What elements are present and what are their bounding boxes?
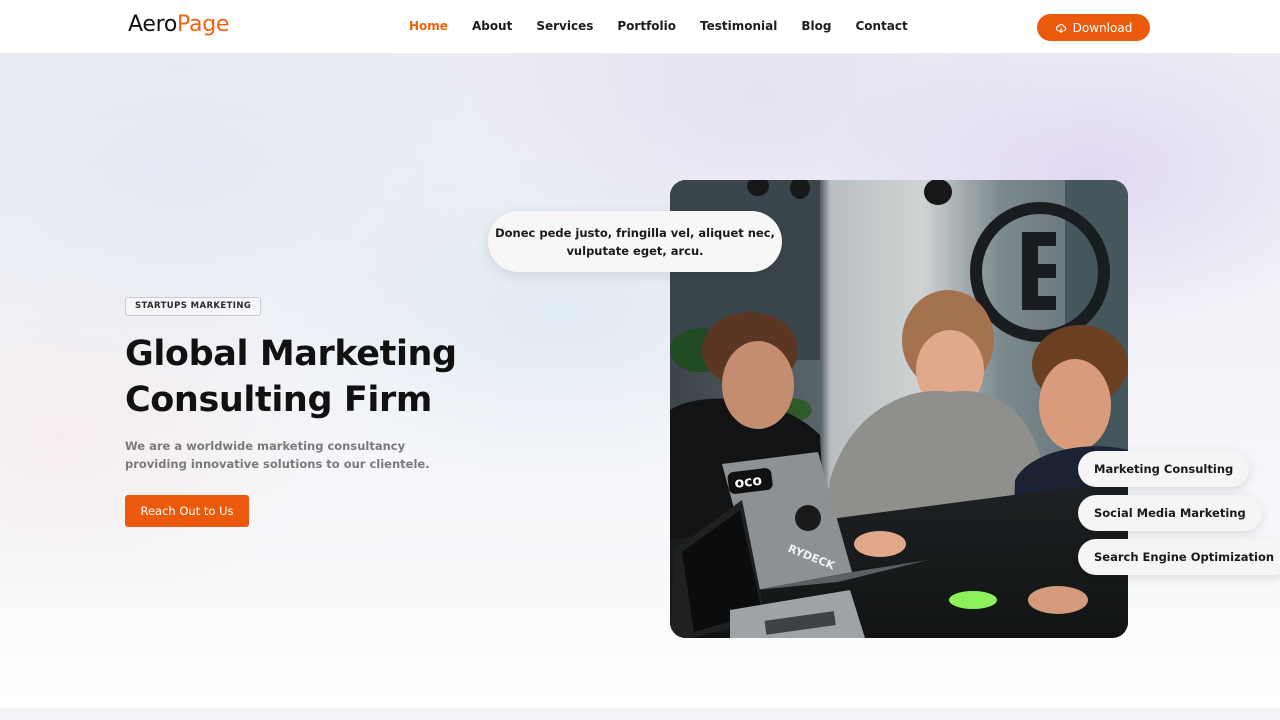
nav-about[interactable]: About <box>472 19 512 33</box>
reach-out-button[interactable]: Reach Out to Us <box>125 495 249 527</box>
service-pill-social-media-marketing[interactable]: Social Media Marketing <box>1078 495 1262 531</box>
download-button[interactable]: Download <box>1037 14 1150 41</box>
nav-contact[interactable]: Contact <box>855 19 907 33</box>
cloud-download-icon <box>1055 23 1066 33</box>
hero-description: We are a worldwide marketing consultancy… <box>125 439 430 471</box>
hero-title-line1: Global Marketing <box>125 334 457 374</box>
nav-testimonial[interactable]: Testimonial <box>700 19 777 33</box>
quote-bubble: Donec pede justo, fringilla vel, aliquet… <box>488 211 782 272</box>
logo[interactable]: AeroPage <box>128 12 229 37</box>
logo-text-aero: Aero <box>128 12 178 37</box>
hero-title: Global Marketing Consulting Firm <box>125 331 545 423</box>
service-pill-marketing-consulting[interactable]: Marketing Consulting <box>1078 451 1250 487</box>
nav-portfolio[interactable]: Portfolio <box>617 19 676 33</box>
site-header: AeroPage Home About Services Portfolio T… <box>0 0 1280 54</box>
download-label: Download <box>1072 20 1133 35</box>
hero-title-line2: Consulting Firm <box>125 380 432 420</box>
logo-text-page: Page <box>177 12 230 37</box>
svg-text:oco: oco <box>734 473 764 492</box>
main-nav: Home About Services Portfolio Testimonia… <box>409 19 932 33</box>
nav-services[interactable]: Services <box>536 19 593 33</box>
hero-tag: STARTUPS MARKETING <box>125 297 262 316</box>
service-pill-seo[interactable]: Search Engine Optimization <box>1078 539 1280 575</box>
nav-blog[interactable]: Blog <box>801 19 831 33</box>
nav-home[interactable]: Home <box>409 19 448 33</box>
next-section-edge <box>0 708 1280 720</box>
